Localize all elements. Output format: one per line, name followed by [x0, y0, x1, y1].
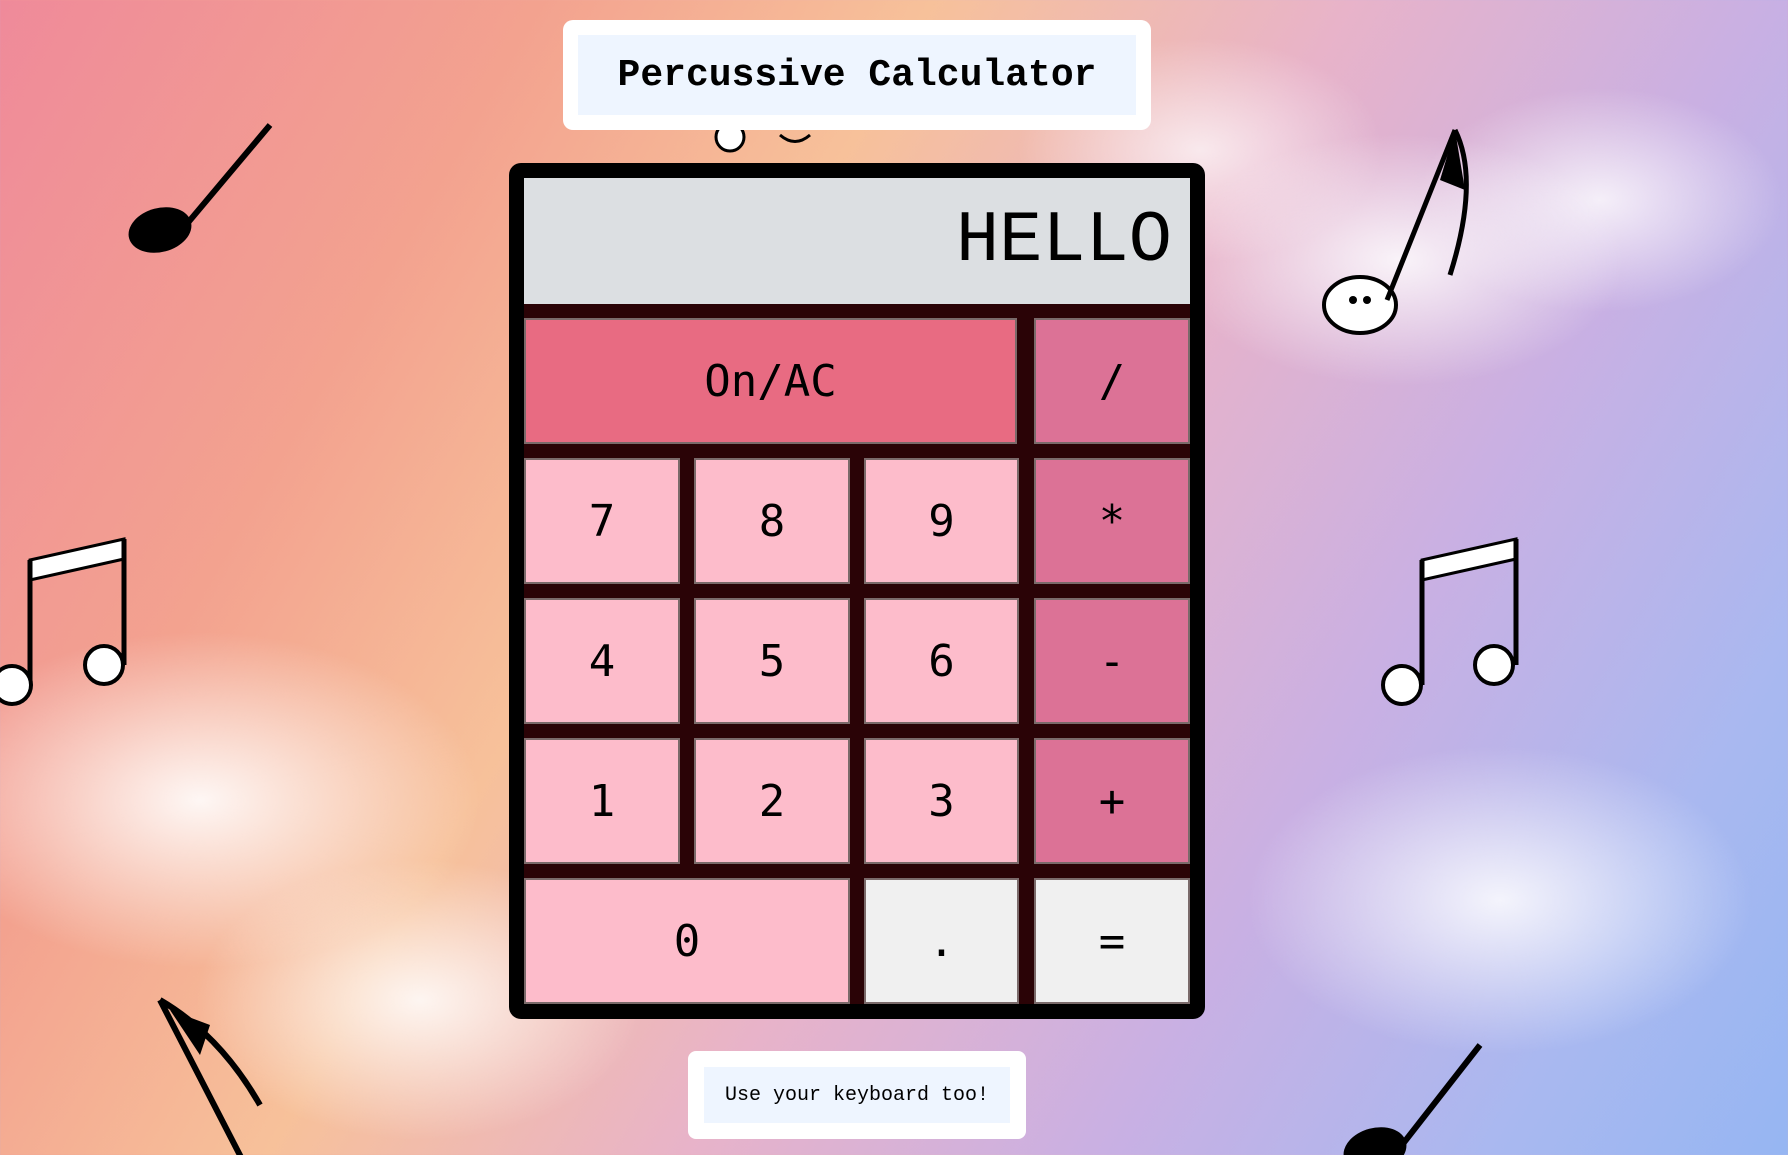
keyboard-hint: Use your keyboard too! [704, 1067, 1010, 1123]
calculator-body: HELLO On/AC / 7 8 9 * 4 5 6 - 1 2 3 + 0 … [524, 178, 1190, 1004]
digit-4-button[interactable]: 4 [524, 598, 680, 724]
equals-button[interactable]: = [1034, 878, 1190, 1004]
divide-button[interactable]: / [1034, 318, 1190, 444]
calculator: HELLO On/AC / 7 8 9 * 4 5 6 - 1 2 3 + 0 … [509, 163, 1205, 1019]
digit-2-button[interactable]: 2 [694, 738, 850, 864]
subtract-button[interactable]: - [1034, 598, 1190, 724]
quarter-note-icon [1343, 1043, 1483, 1155]
page-title: Percussive Calculator [578, 35, 1136, 115]
eighth-note-face-icon [1322, 128, 1469, 335]
clear-button[interactable]: On/AC [524, 318, 1017, 444]
quarter-note-icon [128, 123, 273, 253]
title-card: Percussive Calculator [563, 20, 1151, 130]
digit-0-button[interactable]: 0 [524, 878, 850, 1004]
digit-8-button[interactable]: 8 [694, 458, 850, 584]
digit-6-button[interactable]: 6 [864, 598, 1019, 724]
digit-1-button[interactable]: 1 [524, 738, 680, 864]
hint-card: Use your keyboard too! [688, 1051, 1026, 1139]
add-button[interactable]: + [1034, 738, 1190, 864]
digit-3-button[interactable]: 3 [864, 738, 1019, 864]
eighth-note-icon [157, 997, 263, 1155]
beamed-eighth-notes-icon [1381, 537, 1519, 706]
decimal-button[interactable]: . [864, 878, 1019, 1004]
digit-9-button[interactable]: 9 [864, 458, 1019, 584]
calculator-display: HELLO [524, 178, 1190, 304]
digit-7-button[interactable]: 7 [524, 458, 680, 584]
beamed-eighth-notes-icon [0, 537, 127, 706]
digit-5-button[interactable]: 5 [694, 598, 850, 724]
multiply-button[interactable]: * [1034, 458, 1190, 584]
